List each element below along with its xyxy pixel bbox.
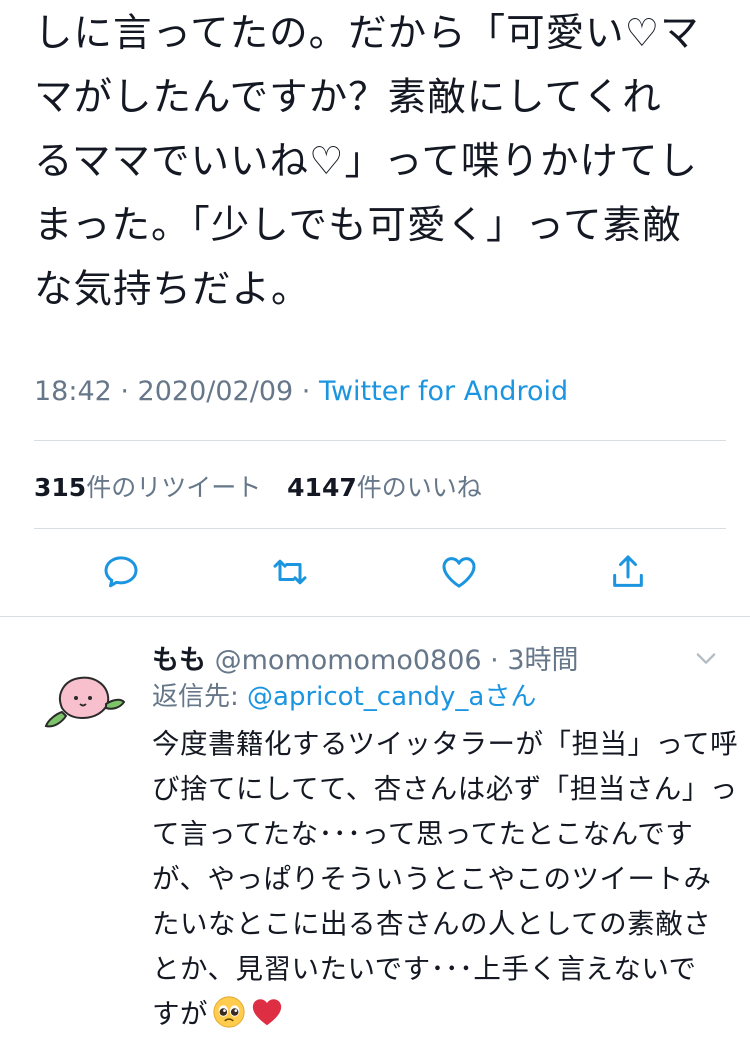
reply-button[interactable] (99, 550, 143, 594)
tweet-text: しに言ってたの。だから「可愛い♡マ マがしたんですか？素敵にしてくれ るママでい… (34, 2, 724, 322)
reply-text-line: とか、見習いたいです･･･上手く言えないで (152, 953, 697, 985)
avatar[interactable] (32, 646, 136, 750)
pleading-face-emoji-icon (213, 996, 245, 1028)
reply-text-line: たいなとこに出る杏さんの人としての素敵さ (152, 908, 712, 940)
reply-text-line-last: すが (152, 992, 732, 1037)
peach-avatar-icon (44, 676, 126, 728)
reply-text-line: 今度書籍化するツイッタラーが「担当」って呼 (152, 728, 739, 760)
likes-stat[interactable]: 4147件のいいね (287, 473, 482, 502)
like-button[interactable] (437, 550, 481, 594)
tweet-actions (0, 550, 750, 598)
share-upload-icon (613, 555, 643, 587)
retweet-arrows-icon (273, 559, 307, 585)
display-name[interactable]: もも (152, 645, 206, 676)
reply-text-line: が、やっぱりそういうとこやこのツイートみ (152, 863, 712, 895)
replying-to: 返信先: @apricot_candy_aさん (152, 676, 536, 713)
replying-suffix: さん (484, 682, 537, 712)
tweet-time: 18:42 · 2020/02/09 · (34, 376, 319, 407)
reply-header: もも @momomomo0806 · 3時間 (152, 638, 579, 677)
tweet-timestamp: 18:42 · 2020/02/09 · Twitter for Android (34, 376, 568, 407)
divider (34, 528, 726, 529)
tweet-stats: 315件のリツイート 4147件のいいね (34, 468, 500, 504)
replying-mention-link[interactable]: @apricot_candy_a (247, 682, 484, 712)
red-heart-emoji-icon (252, 999, 282, 1026)
reply-text-fragment: すが (152, 998, 208, 1030)
divider (34, 440, 726, 441)
tweet-text-line: まった。「少しでも可愛く」って素敵 (34, 203, 682, 248)
speech-bubble-icon (104, 556, 138, 588)
tweet-text-line: るママでいいね♡」って喋りかけてし (34, 139, 699, 184)
tweet-text-line: な気持ちだよ。 (34, 267, 311, 312)
reply-text-line: び捨てにしてて、杏さんは必ず「担当さん」っ (152, 773, 738, 805)
tweet-text-line: しに言ってたの。だから「可愛い♡マ (34, 11, 700, 56)
chevron-down-icon[interactable] (692, 644, 720, 672)
reply-time: · 3時間 (481, 645, 579, 676)
heart-outline-icon (442, 557, 476, 588)
tweet-client-link[interactable]: Twitter for Android (319, 376, 568, 407)
retweet-button[interactable] (268, 550, 312, 594)
reply-text: 今度書籍化するツイッタラーが「担当」って呼 び捨てにしてて、杏さんは必ず「担当さ… (152, 722, 739, 1037)
share-button[interactable] (606, 550, 650, 594)
divider (0, 616, 750, 617)
tweet-text-line: マがしたんですか？素敵にしてくれ (34, 75, 662, 120)
replying-prefix: 返信先: (152, 682, 248, 712)
user-handle[interactable]: @momomomo0806 (206, 645, 482, 676)
retweets-stat[interactable]: 315件のリツイート (34, 473, 261, 502)
reply-text-line: て言ってたな･･･って思ってたとこなんです (152, 818, 694, 850)
